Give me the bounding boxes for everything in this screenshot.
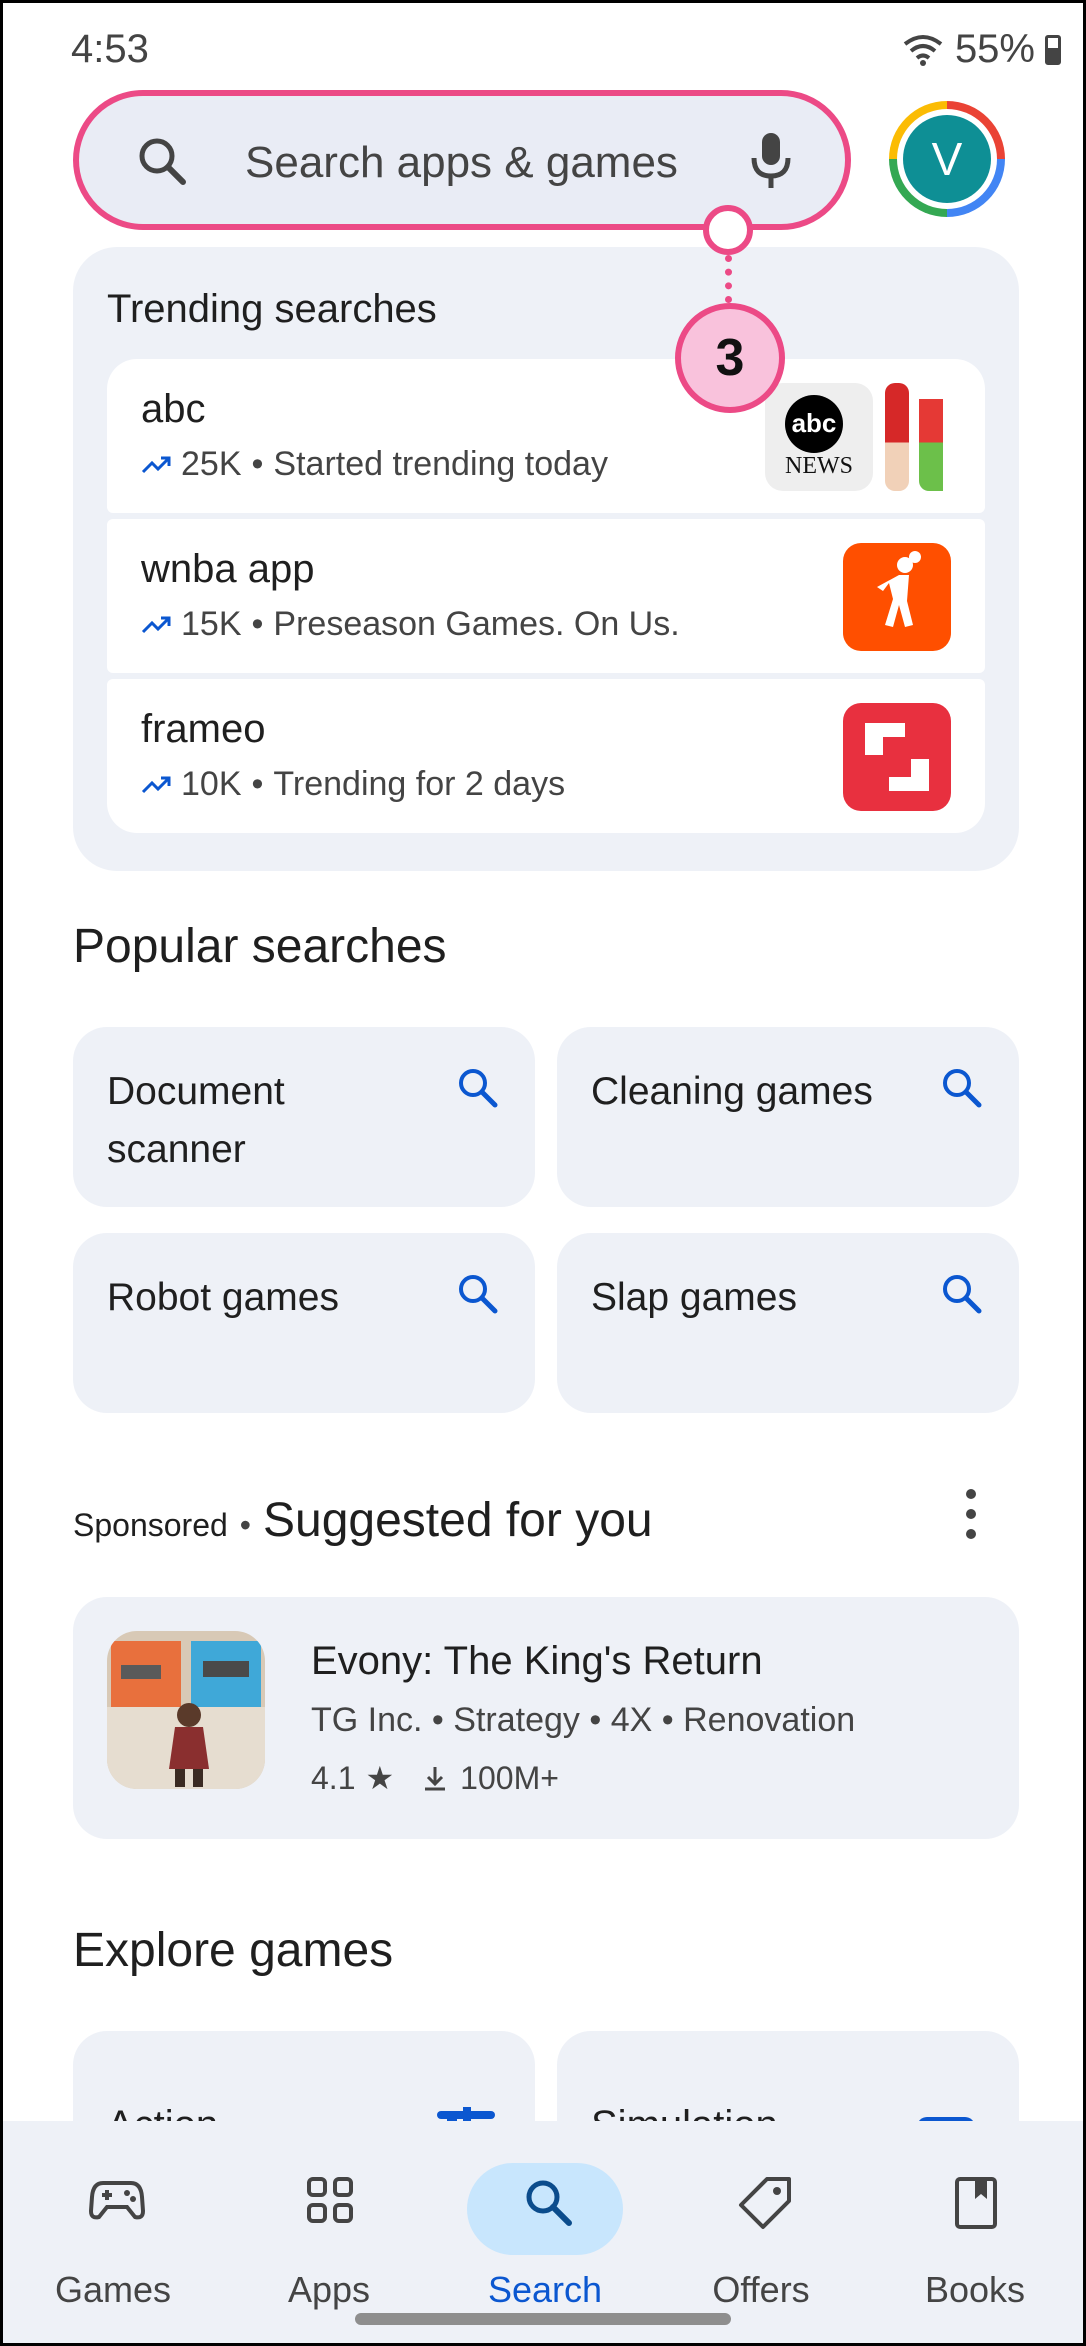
trending-item-abc[interactable]: abc 25K • Started trending today abc NEW… [107,359,985,513]
tag-icon [739,2177,791,2229]
download-icon [425,1767,446,1791]
trending-count: 25K [181,445,242,483]
trending-count: 15K [181,605,242,643]
microphone-icon[interactable] [747,130,795,192]
popular-search-label: Document scanner [107,1070,285,1171]
app-tag: Strategy [453,1701,580,1739]
play-store-search-screen: 4:53 55% Search apps & games V 3 Trendin… [3,3,1083,2343]
trending-up-icon [141,776,171,793]
nav-search[interactable]: Search [445,2145,645,2315]
search-icon [943,1275,982,1314]
trending-up-icon [141,616,171,633]
popular-search-label: Robot games [107,1276,339,1319]
abc-logo-mark: abc [785,395,843,453]
home-indicator[interactable] [355,2313,731,2325]
status-icons: 55% [901,27,1061,72]
evony-app-icon [107,1631,265,1789]
nav-label: Search [487,2269,603,2310]
partial-app-icon [885,383,909,491]
search-icon [459,1069,498,1108]
account-avatar[interactable]: V [889,101,1005,217]
trending-up-icon [141,456,171,473]
gamepad-icon [89,2181,145,2220]
popular-search-slap-games[interactable]: Slap games [557,1233,1019,1413]
wnba-app-icon [843,543,951,651]
nav-offers[interactable]: Offers [661,2145,861,2315]
annotation-step-badge: 3 [675,303,785,413]
star-icon: ★ [365,1760,395,1796]
partial-app-icon [919,383,943,491]
frameo-app-icon [843,703,951,811]
annotation-anchor [703,205,753,255]
book-icon [955,2177,997,2229]
search-icon [139,138,186,185]
trending-item-wnba[interactable]: wnba app 15K • Preseason Games. On Us. [107,519,985,673]
abc-news-logo: abc NEWS [765,383,873,491]
nav-games[interactable]: Games [13,2145,213,2315]
search-icon [459,1275,498,1314]
trending-item-name: wnba app [141,547,315,591]
wifi-icon [903,34,943,66]
bottom-navigation: Games Apps Search Offers Books [3,2121,1083,2343]
popular-search-document-scanner[interactable]: Document scanner [73,1027,535,1207]
popular-search-cleaning-games[interactable]: Cleaning games [557,1027,1019,1207]
sponsored-label: Sponsored [73,1507,228,1543]
nav-label: Games [54,2269,172,2310]
nav-apps[interactable]: Apps [229,2145,429,2315]
nav-label: Apps [287,2269,371,2310]
nav-label: Offers [712,2269,810,2310]
trending-item-name: abc [141,387,206,431]
suggested-title: Suggested for you [262,1494,653,1547]
search-placeholder: Search apps & games [245,138,678,187]
popular-search-label: Cleaning games [591,1070,873,1113]
app-tag: 4X [610,1701,653,1739]
search-icon [526,2180,572,2226]
abc-logo-sub: NEWS [785,453,853,479]
annotation-connector [725,255,732,303]
status-time: 4:53 [71,27,149,71]
trending-title: Trending searches [107,287,437,331]
trending-item-frameo[interactable]: frameo 10K • Trending for 2 days [107,679,985,833]
app-downloads: 100M+ [460,1759,559,1796]
apps-grid-icon [307,2177,353,2223]
battery-percent: 55% [954,27,1035,71]
app-tag: Renovation [683,1701,856,1739]
trending-count: 10K [181,765,242,803]
popular-search-label: Slap games [591,1276,797,1319]
popular-searches-title: Popular searches [73,920,447,973]
app-developer: TG Inc. [311,1701,423,1739]
app-title: Evony: The King's Return [311,1639,763,1683]
trending-detail: Preseason Games. On Us. [273,605,680,643]
app-rating: 4.1 [311,1759,356,1796]
trending-detail: Started trending today [273,445,608,483]
suggested-header: Sponsored • Suggested for you [73,1494,653,1547]
trending-searches-card: Trending searches abc 25K • Started tren… [73,247,1019,871]
popular-search-robot-games[interactable]: Robot games [73,1233,535,1413]
search-icon [943,1069,982,1108]
suggested-app-card[interactable]: Evony: The King's Return TG Inc. • Strat… [73,1597,1019,1839]
trending-detail: Trending for 2 days [273,765,566,803]
avatar-letter: V [903,115,991,203]
explore-games-title: Explore games [73,1924,394,1977]
nav-books[interactable]: Books [875,2145,1075,2315]
trending-item-name: frameo [141,707,266,751]
app-meta: TG Inc. • Strategy • 4X • Renovation [311,1701,856,1739]
more-options-icon[interactable] [961,1489,981,1543]
nav-label: Books [924,2269,1026,2310]
battery-icon [1045,34,1061,65]
app-stats: 4.1 ★ 100M+ [311,1759,559,1797]
